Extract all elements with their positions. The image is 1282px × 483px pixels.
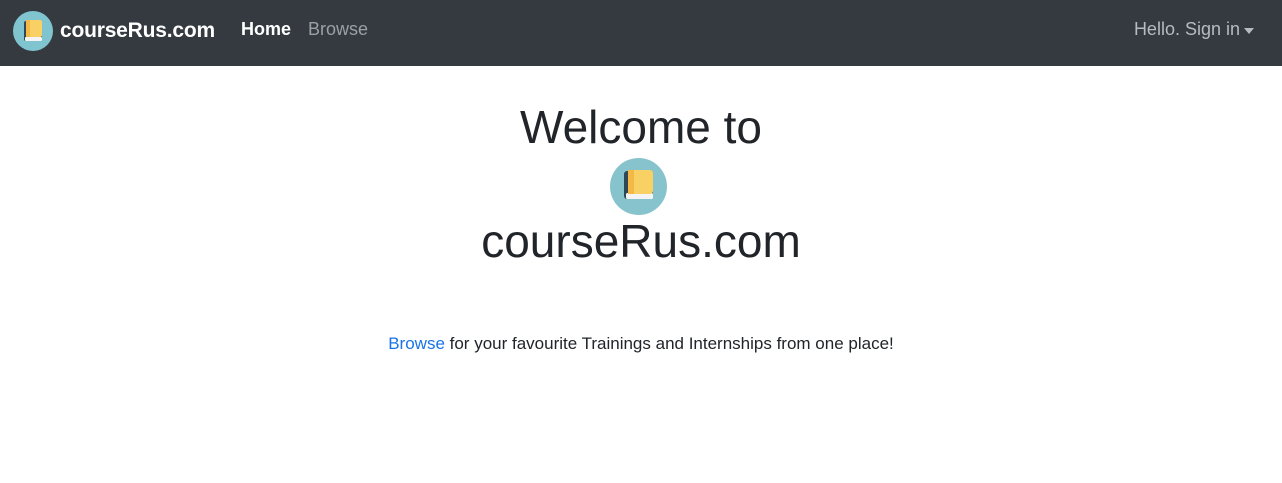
book-icon [610, 158, 667, 215]
book-icon [13, 11, 53, 51]
brand-title: courseRus.com [60, 19, 215, 42]
hero-logo [610, 158, 667, 215]
brand-link[interactable]: courseRus.com [13, 11, 215, 51]
hero-brand-heading: courseRus.com [481, 215, 801, 267]
tagline: Browse for your favourite Trainings and … [0, 333, 1282, 355]
top-navbar: courseRus.com Home Browse Hello. Sign in [0, 0, 1282, 66]
account-dropdown-label: Hello. Sign in [1133, 19, 1240, 39]
nav-browse-link[interactable]: Browse [308, 19, 368, 40]
hero-welcome-heading: Welcome to [519, 101, 763, 153]
tagline-browse-link[interactable]: Browse [388, 334, 445, 353]
tagline-text: for your favourite Trainings and Interns… [444, 334, 894, 353]
caret-down-icon [1244, 27, 1254, 34]
nav-home-link[interactable]: Home [241, 19, 291, 40]
account-dropdown[interactable]: Hello. Sign in [1134, 19, 1254, 40]
